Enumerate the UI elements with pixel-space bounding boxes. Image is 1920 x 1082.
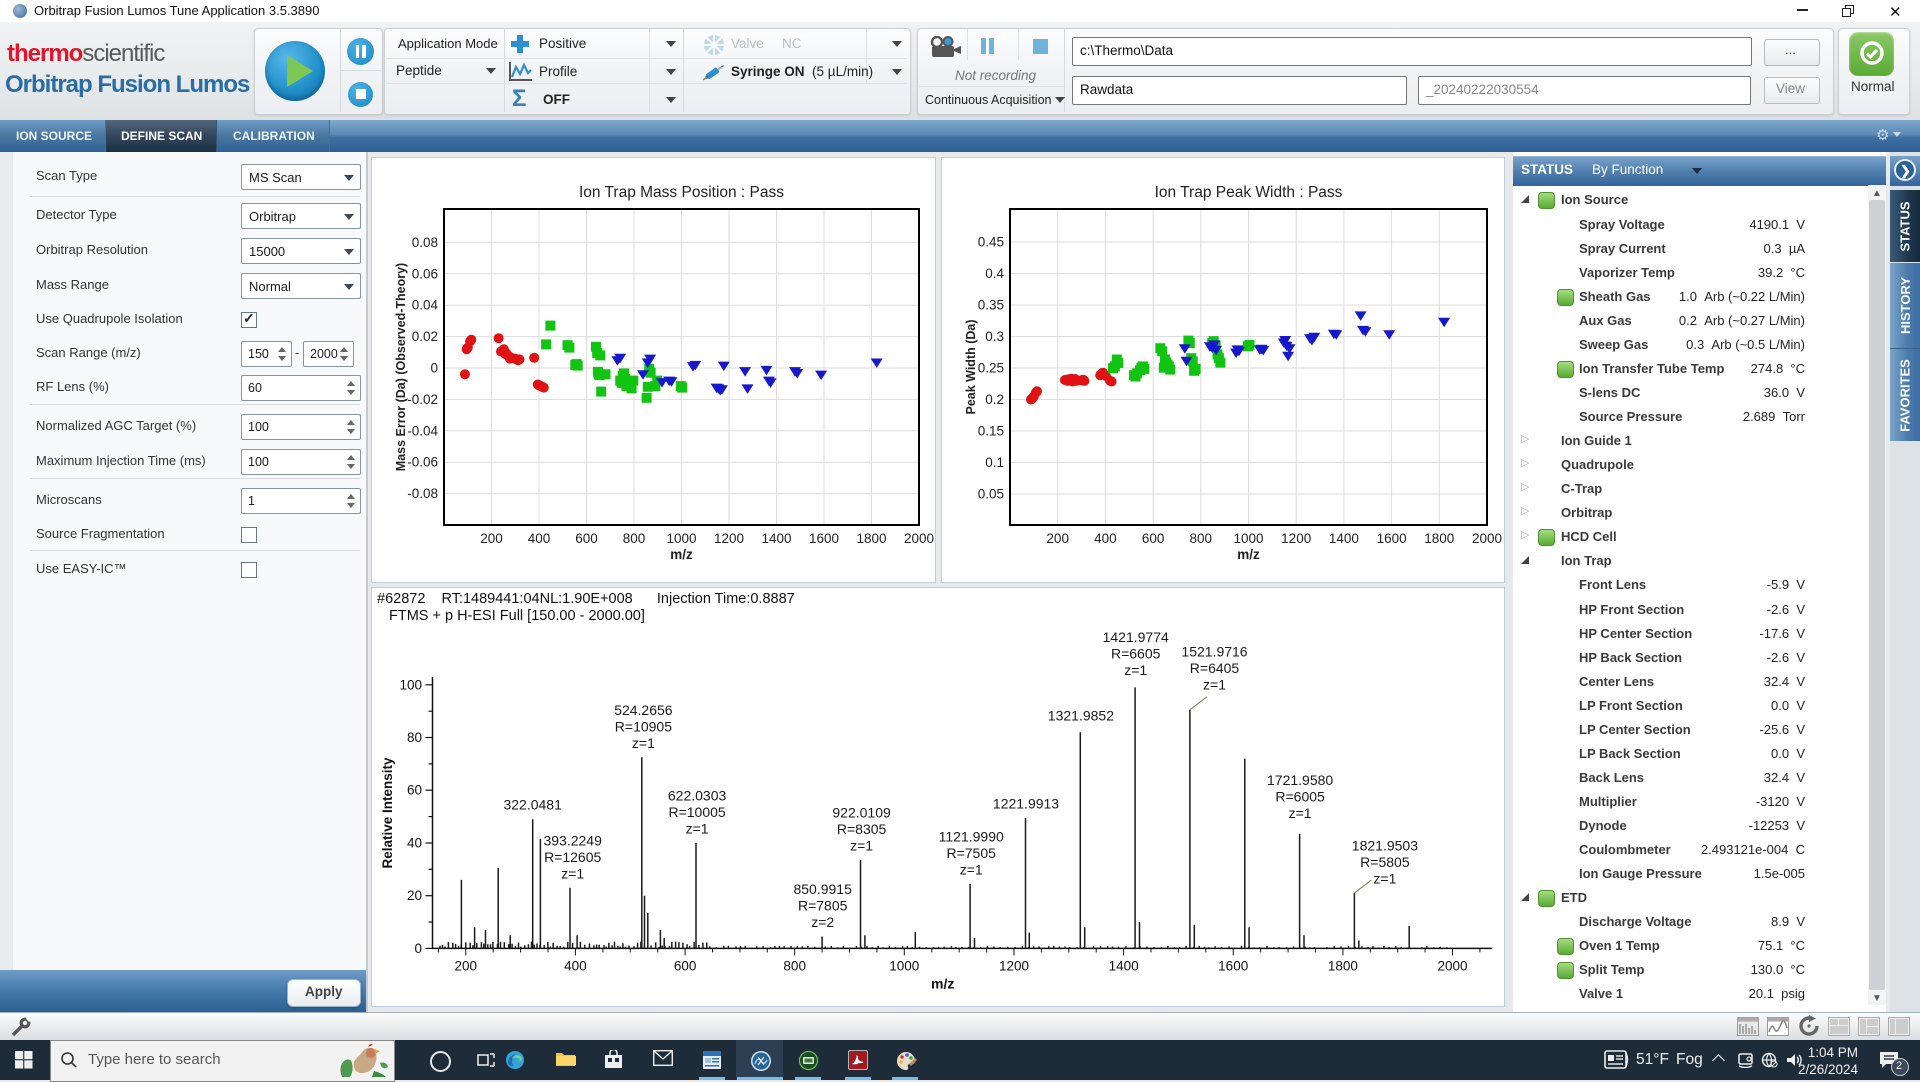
svg-text:1721.9580: 1721.9580 xyxy=(1267,772,1333,788)
svg-text:0.04: 0.04 xyxy=(412,298,439,313)
svg-text:800: 800 xyxy=(783,958,806,973)
svg-text:1121.9990: 1121.9990 xyxy=(939,828,1004,844)
svg-text:400: 400 xyxy=(1094,531,1117,546)
svg-text:R=7505: R=7505 xyxy=(946,845,996,861)
svg-text:622.0303: 622.0303 xyxy=(668,788,727,804)
svg-text:m/z: m/z xyxy=(931,975,954,991)
svg-text:800: 800 xyxy=(1190,531,1213,546)
svg-text:1800: 1800 xyxy=(856,531,886,546)
svg-text:R=7805: R=7805 xyxy=(798,898,848,914)
svg-text:2000: 2000 xyxy=(1437,958,1467,973)
svg-text:0.25: 0.25 xyxy=(978,361,1004,376)
svg-text:60: 60 xyxy=(407,783,422,798)
svg-text:0.08: 0.08 xyxy=(412,235,438,250)
svg-text:z=1: z=1 xyxy=(1373,871,1396,887)
svg-text:0.06: 0.06 xyxy=(412,266,438,281)
svg-text:z=1: z=1 xyxy=(561,865,584,881)
svg-text:Relative Intensity: Relative Intensity xyxy=(380,757,395,869)
svg-text:z=1: z=1 xyxy=(632,735,655,751)
svg-text:R=6605: R=6605 xyxy=(1111,645,1161,661)
svg-text:20: 20 xyxy=(407,888,422,903)
svg-text:1221.9913: 1221.9913 xyxy=(993,795,1059,811)
svg-text:z=1: z=1 xyxy=(960,861,983,877)
svg-text:0.35: 0.35 xyxy=(978,298,1004,313)
svg-text:-0.06: -0.06 xyxy=(407,455,438,470)
svg-text:1000: 1000 xyxy=(1233,531,1263,546)
svg-text:Ion Trap Peak Width : Pass: Ion Trap Peak Width : Pass xyxy=(1155,184,1343,201)
svg-text:80: 80 xyxy=(407,730,422,745)
svg-text:z=2: z=2 xyxy=(811,914,834,930)
svg-text:600: 600 xyxy=(1142,531,1165,546)
svg-text:R=10005: R=10005 xyxy=(668,804,725,820)
svg-text:1600: 1600 xyxy=(1377,531,1407,546)
svg-text:1400: 1400 xyxy=(761,531,791,546)
svg-text:0.02: 0.02 xyxy=(412,329,438,344)
svg-text:400: 400 xyxy=(564,958,587,973)
svg-text:m/z: m/z xyxy=(670,547,693,562)
svg-text:850.9915: 850.9915 xyxy=(793,881,852,897)
svg-text:0.3: 0.3 xyxy=(985,329,1004,344)
svg-text:1821.9503: 1821.9503 xyxy=(1352,838,1418,854)
svg-text:40: 40 xyxy=(407,836,422,851)
svg-text:z=1: z=1 xyxy=(850,838,873,854)
svg-text:#62872 RT:1489441:04NL:1.90: #62872 RT:1489441:04NL:1.90E+008 Injecti… xyxy=(377,591,795,607)
svg-text:1800: 1800 xyxy=(1328,958,1358,973)
svg-text:R=6005: R=6005 xyxy=(1275,789,1325,805)
svg-text:z=1: z=1 xyxy=(1124,662,1147,678)
svg-text:0.45: 0.45 xyxy=(978,235,1004,250)
svg-text:0: 0 xyxy=(430,361,438,376)
svg-text:0.2: 0.2 xyxy=(985,392,1004,407)
svg-text:1321.9852: 1321.9852 xyxy=(1048,708,1114,724)
svg-text:z=1: z=1 xyxy=(686,821,709,837)
svg-text:600: 600 xyxy=(674,958,697,973)
svg-text:600: 600 xyxy=(575,531,598,546)
svg-text:z=1: z=1 xyxy=(1289,805,1312,821)
svg-text:1421.9774: 1421.9774 xyxy=(1103,629,1169,645)
svg-text:R=8305: R=8305 xyxy=(837,821,887,837)
svg-text:922.0109: 922.0109 xyxy=(832,805,891,821)
svg-text:0.1: 0.1 xyxy=(985,455,1004,470)
svg-text:1000: 1000 xyxy=(889,958,919,973)
svg-text:Ion Trap Mass Position : Pass: Ion Trap Mass Position : Pass xyxy=(579,184,784,201)
svg-text:Mass Error (Da) (Observed-Theo: Mass Error (Da) (Observed-Theory) xyxy=(394,263,408,471)
svg-text:m/z: m/z xyxy=(1237,547,1260,562)
svg-text:0.05: 0.05 xyxy=(978,487,1004,502)
svg-text:393.2249: 393.2249 xyxy=(543,832,602,848)
svg-text:1400: 1400 xyxy=(1329,531,1359,546)
svg-text:1600: 1600 xyxy=(1218,958,1248,973)
svg-text:0.15: 0.15 xyxy=(978,424,1004,439)
svg-text:200: 200 xyxy=(480,531,503,546)
svg-text:2000: 2000 xyxy=(1472,531,1502,546)
svg-text:z=1: z=1 xyxy=(1203,676,1226,692)
svg-text:-0.04: -0.04 xyxy=(407,423,438,438)
svg-text:1200: 1200 xyxy=(1281,531,1311,546)
svg-text:Peak Width (Da): Peak Width (Da) xyxy=(964,319,978,414)
svg-text:-0.02: -0.02 xyxy=(407,392,438,407)
svg-text:0: 0 xyxy=(414,941,422,956)
svg-text:524.2656: 524.2656 xyxy=(614,702,673,718)
svg-text:0.4: 0.4 xyxy=(985,266,1004,281)
svg-text:FTMS + p H-ESI Full [150.00 -: FTMS + p H-ESI Full [150.00 - 2000.00] xyxy=(389,608,645,624)
svg-text:1400: 1400 xyxy=(1109,958,1139,973)
svg-text:322.0481: 322.0481 xyxy=(503,797,562,813)
svg-text:400: 400 xyxy=(528,531,551,546)
svg-text:800: 800 xyxy=(623,531,646,546)
svg-text:200: 200 xyxy=(1046,531,1069,546)
svg-text:1200: 1200 xyxy=(999,958,1029,973)
svg-text:1200: 1200 xyxy=(714,531,744,546)
svg-text:R=12605: R=12605 xyxy=(544,849,601,865)
svg-text:1521.9716: 1521.9716 xyxy=(1181,643,1247,659)
svg-text:1600: 1600 xyxy=(809,531,839,546)
svg-text:1000: 1000 xyxy=(666,531,696,546)
svg-text:2000: 2000 xyxy=(904,531,934,546)
svg-text:R=6405: R=6405 xyxy=(1190,660,1240,676)
svg-text:R=10905: R=10905 xyxy=(615,718,672,734)
svg-text:R=5805: R=5805 xyxy=(1360,854,1410,870)
svg-text:100: 100 xyxy=(399,677,422,692)
svg-text:-0.08: -0.08 xyxy=(407,486,438,501)
svg-text:1800: 1800 xyxy=(1424,531,1454,546)
svg-text:200: 200 xyxy=(455,958,478,973)
